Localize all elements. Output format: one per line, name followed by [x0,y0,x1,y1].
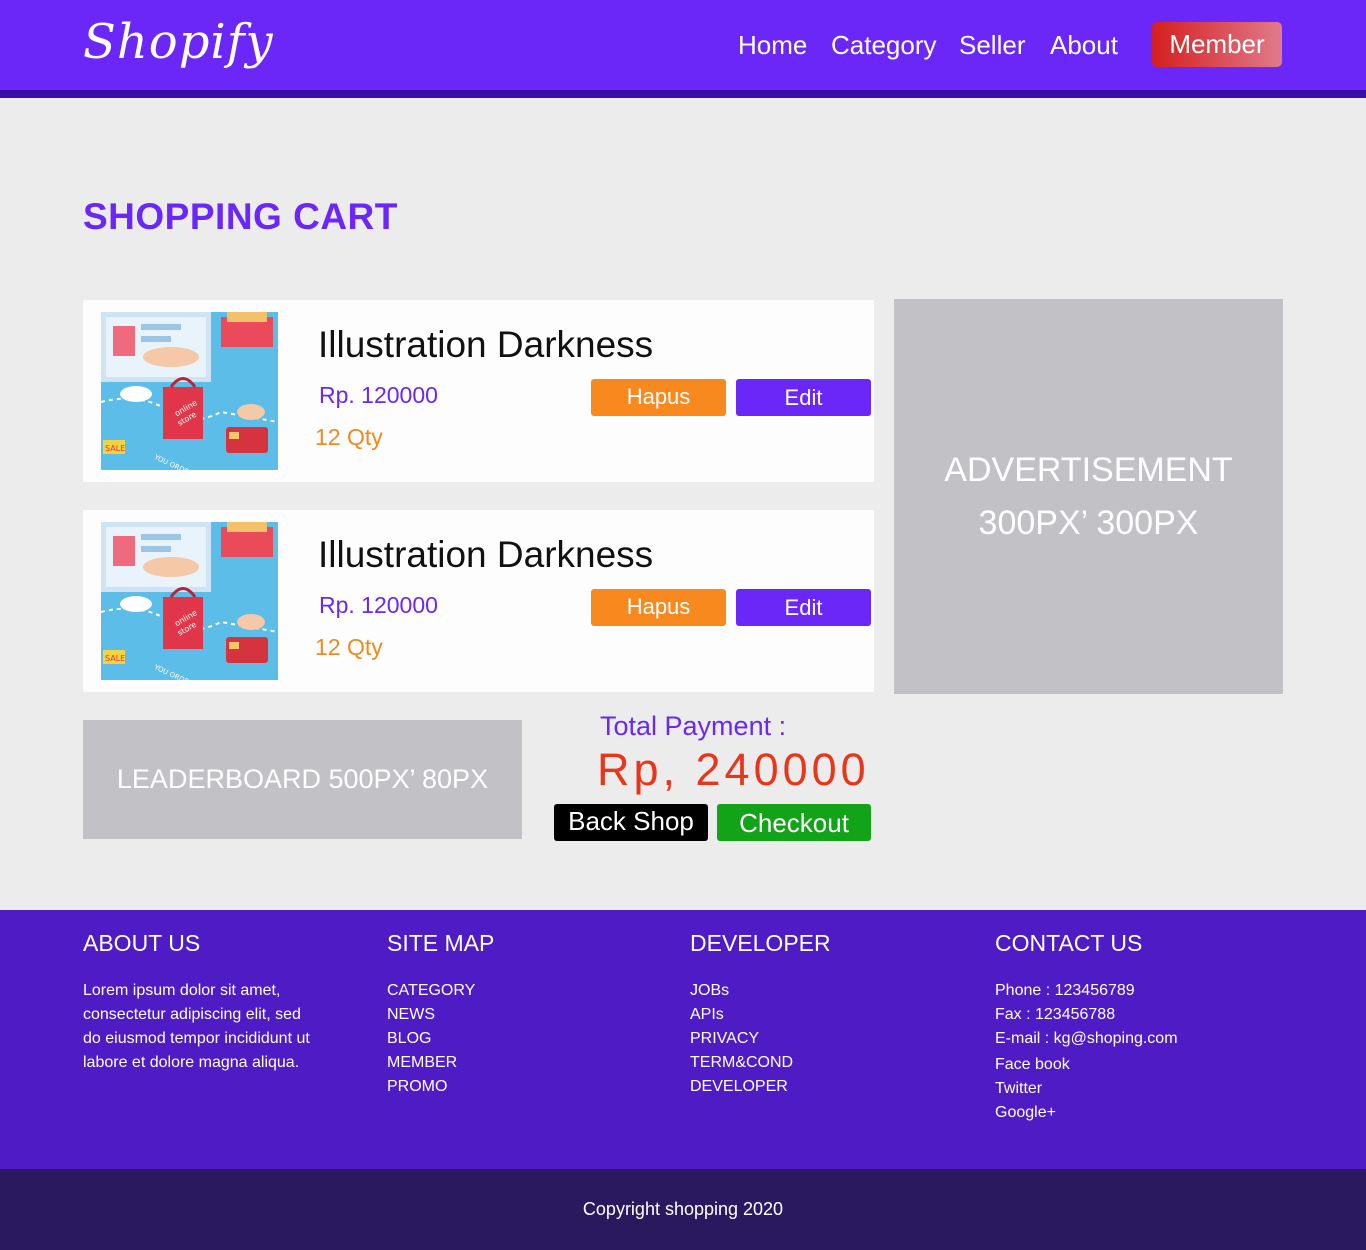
footer-link-news[interactable]: NEWS [387,1003,494,1027]
footer-contact-heading: CONTACT US [995,930,1143,956]
footer-sitemap: SITE MAP CATEGORY NEWS BLOG MEMBER PROMO [387,930,494,1099]
footer-contact: CONTACT US Phone : 123456789 Fax : 12345… [995,930,1178,1125]
nav-about[interactable]: About [1050,30,1118,61]
footer-link-promo[interactable]: PROMO [387,1075,494,1099]
footer-sitemap-heading: SITE MAP [387,930,495,956]
delete-button[interactable]: Hapus [591,379,726,416]
cart-item: online store SALE YOU ORDER Illustration… [83,300,874,482]
edit-button[interactable]: Edit [736,589,871,626]
product-image[interactable]: online store SALE YOU ORDER [101,312,278,470]
cart-item: online store SALE YOU ORDER Illustration… [83,510,874,692]
footer-about-heading: ABOUT US [83,930,201,956]
nav-home[interactable]: Home [738,30,807,61]
checkout-button[interactable]: Checkout [717,804,871,841]
header: Shopify Home Category Seller About Membe… [0,0,1366,90]
footer-link-privacy[interactable]: PRIVACY [690,1027,831,1051]
nav-seller[interactable]: Seller [959,30,1025,61]
product-price: Rp. 120000 [319,382,438,408]
copyright-bar: Copyright shopping 2020 [0,1169,1366,1250]
footer-about-text: Lorem ipsum dolor sit amet, consectetur … [83,982,310,1071]
nav-category[interactable]: Category [831,30,937,61]
product-price: Rp. 120000 [319,592,438,618]
footer-link-twitter[interactable]: Twitter [995,1077,1178,1101]
product-name[interactable]: Illustration Darkness [318,324,653,366]
footer-link-apis[interactable]: APIs [690,1003,831,1027]
sale-text: SALE [105,654,125,663]
sale-text: SALE [105,444,125,453]
product-qty: 12 Qty [315,424,383,450]
logo[interactable]: Shopify [83,14,274,70]
footer-link-blog[interactable]: BLOG [387,1027,494,1051]
footer-link-jobs[interactable]: JOBs [690,979,831,1003]
footer-link-member[interactable]: MEMBER [387,1051,494,1075]
footer-developer-heading: DEVELOPER [690,930,831,956]
footer: ABOUT US Lorem ipsum dolor sit amet, con… [0,910,1366,1169]
footer-contact-phone: Phone : 123456789 [995,982,1135,999]
product-image[interactable]: online store SALE YOU ORDER [101,522,278,680]
footer-link-category[interactable]: CATEGORY [387,979,494,1003]
header-divider [0,90,1366,98]
footer-link-developer[interactable]: DEVELOPER [690,1075,831,1099]
footer-about: ABOUT US Lorem ipsum dolor sit amet, con… [83,930,313,1075]
footer-contact-email[interactable]: E-mail : kg@shoping.com [995,1027,1178,1051]
delete-button[interactable]: Hapus [591,589,726,626]
footer-link-googleplus[interactable]: Google+ [995,1101,1178,1125]
product-qty: 12 Qty [315,634,383,660]
member-button[interactable]: Member [1152,22,1282,67]
footer-contact-fax: Fax : 123456788 [995,1006,1116,1023]
total-payment-value: Rp, 240000 [597,744,870,795]
leaderboard-ad[interactable]: LEADERBOARD 500PX’ 80PX [83,720,522,839]
advertisement-size: 300PX’ 300PX [978,504,1199,542]
product-name[interactable]: Illustration Darkness [318,534,653,576]
total-payment-label: Total Payment : [600,711,787,741]
footer-developer: DEVELOPER JOBs APIs PRIVACY TERM&COND DE… [690,930,831,1099]
advertisement-box[interactable]: ADVERTISEMENT 300PX’ 300PX [894,299,1283,694]
back-shop-button[interactable]: Back Shop [554,804,708,841]
footer-link-facebook[interactable]: Face book [995,1053,1178,1077]
footer-link-terms[interactable]: TERM&COND [690,1051,831,1075]
edit-button[interactable]: Edit [736,379,871,416]
page-title: SHOPPING CART [83,196,398,237]
advertisement-label: ADVERTISEMENT [944,451,1233,489]
